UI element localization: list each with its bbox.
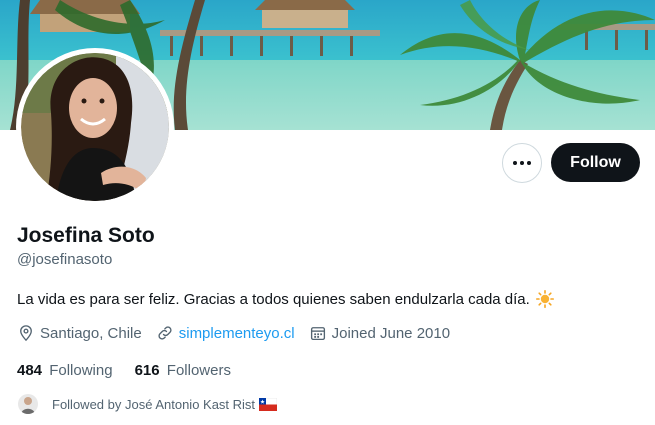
calendar-icon bbox=[310, 327, 325, 341]
link-icon bbox=[158, 326, 172, 340]
following-count: 484 bbox=[17, 362, 43, 379]
follower-avatar bbox=[18, 394, 38, 414]
followers-link[interactable]: 616 Followers bbox=[135, 362, 231, 379]
follow-button[interactable]: Follow bbox=[551, 143, 640, 182]
followed-by-context[interactable]: Followed by José Antonio Kast Rist bbox=[18, 394, 278, 414]
location-text: Santiago, Chile bbox=[40, 324, 142, 342]
profile-avatar[interactable] bbox=[16, 48, 174, 206]
website-link[interactable]: simplementeyo.cl bbox=[179, 325, 295, 342]
joined-item: Joined June 2010 bbox=[309, 324, 450, 342]
followed-by-text: Followed by José Antonio Kast Rist bbox=[52, 396, 256, 412]
profile-name: Josefina Soto bbox=[17, 224, 155, 247]
location-pin-icon bbox=[20, 325, 32, 342]
profile-meta: Santiago, Chile simplementeyo.cl Joined … bbox=[17, 324, 464, 342]
sun-icon bbox=[535, 290, 554, 308]
profile-stats: 484 Following 616 Followers bbox=[17, 362, 253, 379]
more-options-button[interactable] bbox=[502, 143, 542, 183]
followers-count: 616 bbox=[134, 362, 160, 379]
location-item: Santiago, Chile bbox=[17, 324, 142, 342]
following-label: Following bbox=[49, 362, 113, 379]
bio-text: La vida es para ser feliz. Gracias a tod… bbox=[17, 290, 530, 308]
profile-bio: La vida es para ser feliz. Gracias a tod… bbox=[17, 290, 554, 308]
following-link[interactable]: 484 Following bbox=[17, 362, 113, 379]
joined-text: Joined June 2010 bbox=[331, 324, 451, 342]
followers-label: Followers bbox=[166, 362, 231, 379]
website-item[interactable]: simplementeyo.cl bbox=[156, 324, 295, 342]
more-dots-icon bbox=[513, 161, 531, 165]
profile-handle: @josefinasoto bbox=[17, 251, 113, 268]
chile-flag-icon bbox=[259, 397, 278, 411]
